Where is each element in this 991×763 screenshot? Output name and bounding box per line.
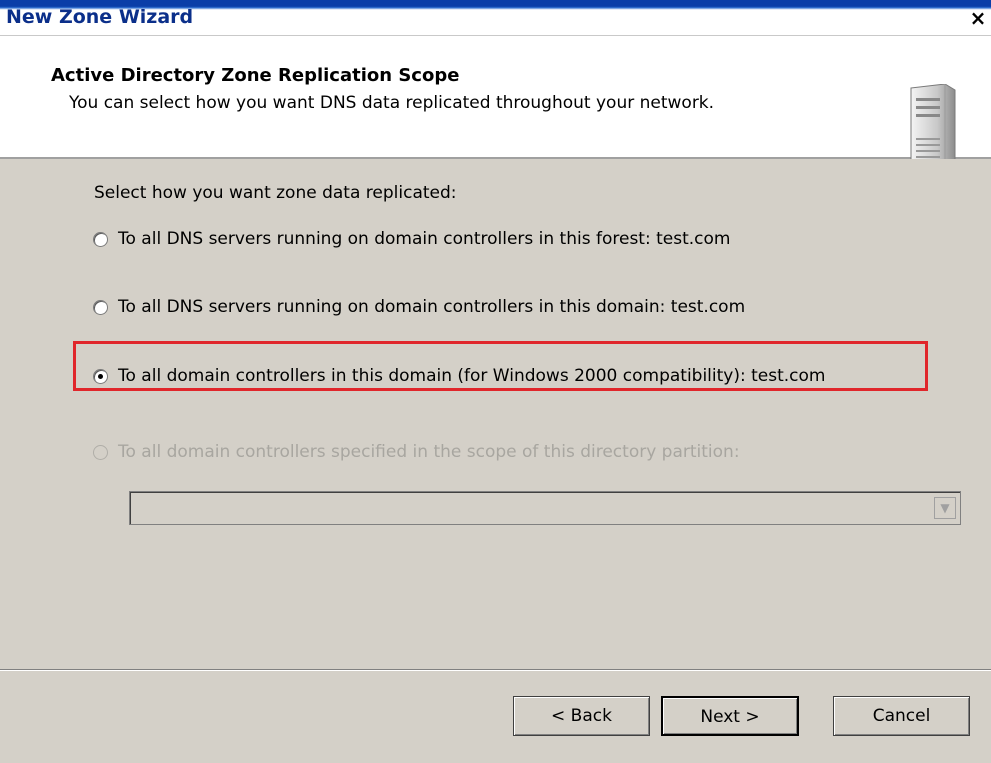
option-domain[interactable]: To all DNS servers running on domain con… bbox=[93, 294, 745, 320]
radio-domain[interactable] bbox=[93, 299, 108, 315]
wizard-body: Select how you want zone data replicated… bbox=[0, 159, 991, 669]
new-zone-wizard-window: New Zone Wizard × Active Directory Zone … bbox=[0, 0, 991, 763]
cancel-button[interactable]: Cancel bbox=[833, 696, 970, 736]
back-button[interactable]: < Back bbox=[513, 696, 650, 736]
page-title: Active Directory Zone Replication Scope bbox=[51, 65, 460, 86]
radio-windows-2000[interactable] bbox=[93, 368, 108, 384]
page-subtitle: You can select how you want DNS data rep… bbox=[69, 93, 715, 113]
window-title: New Zone Wizard bbox=[6, 6, 194, 28]
option-domain-label: To all DNS servers running on domain con… bbox=[118, 297, 746, 317]
option-windows-2000-label: To all domain controllers in this domain… bbox=[118, 366, 826, 386]
option-forest-label: To all DNS servers running on domain con… bbox=[118, 229, 731, 249]
wizard-footer: < Back Next > Cancel bbox=[0, 669, 991, 763]
radio-forest[interactable] bbox=[93, 231, 108, 247]
wizard-header: Active Directory Zone Replication Scope … bbox=[0, 36, 991, 184]
replication-prompt: Select how you want zone data replicated… bbox=[94, 183, 457, 203]
partition-select: ▼ bbox=[129, 491, 961, 525]
option-directory-partition-label: To all domain controllers specified in t… bbox=[118, 442, 740, 462]
chevron-down-icon: ▼ bbox=[934, 497, 956, 519]
option-forest[interactable]: To all DNS servers running on domain con… bbox=[93, 226, 730, 252]
option-windows-2000[interactable]: To all domain controllers in this domain… bbox=[93, 363, 825, 389]
option-directory-partition: To all domain controllers specified in t… bbox=[93, 439, 740, 465]
radio-directory-partition bbox=[93, 444, 108, 460]
next-button[interactable]: Next > bbox=[661, 696, 799, 736]
close-icon[interactable]: × bbox=[967, 8, 989, 30]
title-bar: New Zone Wizard × bbox=[0, 0, 991, 36]
